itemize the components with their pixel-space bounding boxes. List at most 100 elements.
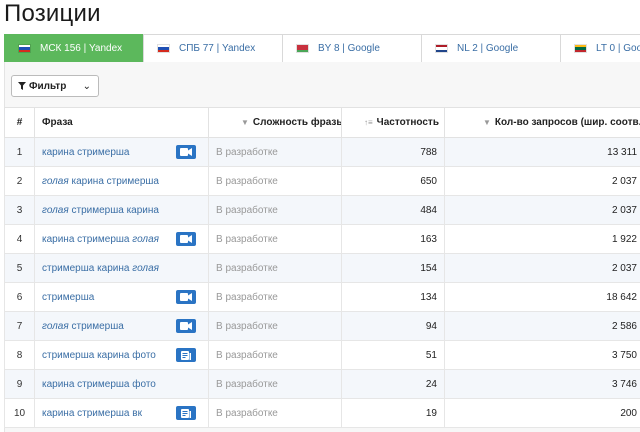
requests-cell: 13 311 — [445, 138, 640, 167]
phrase-link[interactable]: карина стримерша вк — [35, 399, 209, 428]
difficulty-cell: В разработке — [209, 312, 342, 341]
video-icon[interactable] — [176, 232, 196, 246]
phrase-italic: голая — [132, 234, 159, 245]
row-number: 5 — [5, 254, 35, 283]
row-number: 8 — [5, 341, 35, 370]
phrase-text: стримерша карина — [69, 205, 159, 216]
row-number: 3 — [5, 196, 35, 225]
phrase-link[interactable]: стримерша карина фото — [35, 341, 209, 370]
difficulty-cell: В разработке — [209, 167, 342, 196]
column-header-frequency[interactable]: ↑≡ Частотность — [342, 108, 445, 138]
video-icon[interactable] — [176, 290, 196, 304]
difficulty-cell: В разработке — [209, 138, 342, 167]
lithuania-flag-icon — [574, 44, 587, 53]
tab-label: LT 0 | Google — [596, 43, 640, 54]
column-header-num: # — [5, 108, 35, 138]
phrase-link[interactable]: карина стримерша голая — [35, 225, 209, 254]
phrase-text: стримерша — [42, 292, 94, 303]
table-row: 9карина стримерша фотоВ разработке243 74… — [5, 370, 640, 399]
frequency-cell: 163 — [342, 225, 445, 254]
difficulty-cell: В разработке — [209, 283, 342, 312]
frequency-cell: 94 — [342, 312, 445, 341]
phrase-text: стримерша карина — [42, 263, 132, 274]
phrase-link[interactable]: стримерша — [35, 283, 209, 312]
tab-nl-google[interactable]: NL 2 | Google — [421, 34, 561, 62]
column-header-label: Кол-во запросов (шир. соотв.) — [495, 117, 640, 128]
frequency-cell: 650 — [342, 167, 445, 196]
filter-icon — [18, 82, 26, 90]
frequency-cell: 788 — [342, 138, 445, 167]
sort-desc-icon: ▼ — [241, 118, 249, 127]
news-icon[interactable] — [176, 348, 196, 362]
requests-cell: 2 037 — [445, 167, 640, 196]
table-row: 10карина стримерша вкВ разработке19200 — [5, 399, 640, 428]
phrase-link[interactable]: голая карина стримерша — [35, 167, 209, 196]
phrase-italic: голая — [42, 321, 69, 332]
video-icon[interactable] — [176, 319, 196, 333]
column-header-label: Частотность — [377, 117, 439, 128]
column-header-requests[interactable]: ▼ Кол-во запросов (шир. соотв.) — [445, 108, 640, 138]
table-row: 8стримерша карина фотоВ разработке513 75… — [5, 341, 640, 370]
row-number: 2 — [5, 167, 35, 196]
tab-by-google[interactable]: BY 8 | Google — [282, 34, 422, 62]
row-number: 10 — [5, 399, 35, 428]
table-row: 7голая стримершаВ разработке942 586 — [5, 312, 640, 341]
difficulty-cell: В разработке — [209, 370, 342, 399]
filter-label: Фильтр — [29, 81, 66, 92]
difficulty-cell: В разработке — [209, 399, 342, 428]
phrase-italic: голая — [132, 263, 159, 274]
sort-desc-icon: ▼ — [483, 118, 491, 127]
frequency-cell: 24 — [342, 370, 445, 399]
row-number: 7 — [5, 312, 35, 341]
frequency-cell: 484 — [342, 196, 445, 225]
phrase-text: карина стримерша вк — [42, 408, 142, 419]
column-header-difficulty[interactable]: ▼ Сложность фразы — [209, 108, 342, 138]
tab-label: BY 8 | Google — [318, 43, 380, 54]
requests-cell: 18 642 — [445, 283, 640, 312]
phrase-link[interactable]: карина стримерша — [35, 138, 209, 167]
sort-numeric-icon: ↑≡ — [364, 118, 373, 127]
requests-cell: 2 586 — [445, 312, 640, 341]
phrase-link[interactable]: голая стримерша — [35, 312, 209, 341]
phrase-link[interactable]: голая стримерша карина — [35, 196, 209, 225]
tab-lt-google[interactable]: LT 0 | Google — [560, 34, 640, 62]
phrase-text: стримерша — [69, 321, 124, 332]
difficulty-cell: В разработке — [209, 254, 342, 283]
requests-cell: 3 746 — [445, 370, 640, 399]
row-number: 9 — [5, 370, 35, 399]
frequency-cell: 19 — [342, 399, 445, 428]
table-row: 4карина стримерша голаяВ разработке1631 … — [5, 225, 640, 254]
belarus-flag-icon — [296, 44, 309, 53]
table-row: 1карина стримершаВ разработке78813 311 — [5, 138, 640, 167]
tab-label: СПБ 77 | Yandex — [179, 43, 255, 54]
table-row: 6стримершаВ разработке13418 642 — [5, 283, 640, 312]
tab-msk-yandex[interactable]: МСК 156 | Yandex — [4, 34, 144, 62]
video-icon[interactable] — [176, 145, 196, 159]
phrase-text: карина стримерша — [69, 176, 159, 187]
phrase-link[interactable]: карина стримерша фото — [35, 370, 209, 399]
requests-cell: 2 037 — [445, 196, 640, 225]
row-number: 4 — [5, 225, 35, 254]
table-row: 3голая стримерша каринаВ разработке4842 … — [5, 196, 640, 225]
frequency-cell: 154 — [342, 254, 445, 283]
requests-cell: 1 922 — [445, 225, 640, 254]
tab-spb-yandex[interactable]: СПБ 77 | Yandex — [143, 34, 283, 62]
requests-cell: 3 750 — [445, 341, 640, 370]
table-body: 1карина стримершаВ разработке78813 3112г… — [5, 138, 640, 428]
phrase-italic: голая — [42, 205, 69, 216]
phrase-link[interactable]: стримерша карина голая — [35, 254, 209, 283]
column-header-label: Сложность фразы — [253, 117, 342, 128]
russia-flag-icon — [18, 44, 31, 53]
difficulty-cell: В разработке — [209, 341, 342, 370]
filter-dropdown[interactable]: Фильтр ⌄ — [11, 75, 99, 97]
requests-cell: 2 037 — [445, 254, 640, 283]
phrase-text: карина стримерша — [42, 147, 129, 158]
news-icon[interactable] — [176, 406, 196, 420]
frequency-cell: 134 — [342, 283, 445, 312]
table-header-row: # Фраза ▼ Сложность фразы ↑≡ Частотность ▼… — [5, 108, 640, 138]
tab-label: МСК 156 | Yandex — [40, 43, 122, 54]
tab-label: NL 2 | Google — [457, 43, 518, 54]
phrase-text: стримерша карина фото — [42, 350, 156, 361]
column-header-phrase[interactable]: Фраза — [35, 108, 209, 138]
positions-table: # Фраза ▼ Сложность фразы ↑≡ Частотность ▼… — [4, 107, 640, 428]
